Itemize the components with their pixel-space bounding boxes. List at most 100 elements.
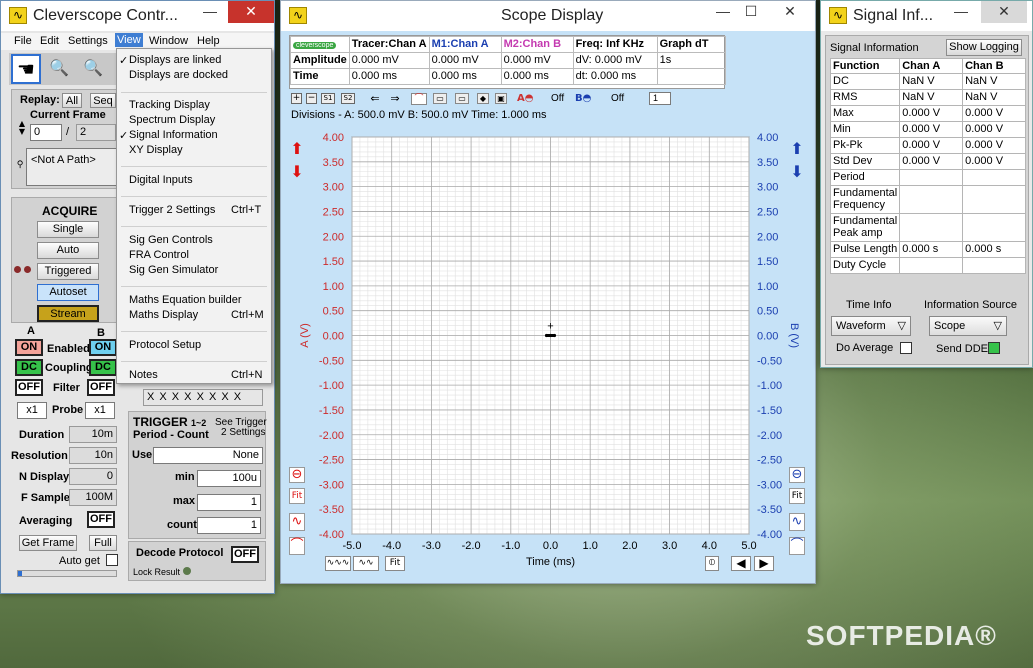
min-field[interactable]: 100u (197, 470, 261, 487)
stream-button[interactable]: Stream (37, 305, 99, 322)
resolution-field[interactable]: 10n (69, 447, 117, 464)
use-select[interactable]: None (153, 447, 263, 464)
channel-b-fit-button[interactable]: Fit (789, 488, 805, 504)
time-offset-icon[interactable]: ⦶ (705, 556, 719, 571)
channel-a-ramp-icon[interactable]: ⌒ (289, 537, 305, 555)
menu-item-maths-display[interactable]: Maths Display Ctrl+M (129, 309, 264, 321)
auto-button[interactable]: Auto (37, 242, 99, 259)
close-button[interactable]: ✕ (981, 1, 1027, 23)
file-path-field[interactable]: <Not A Path> (26, 148, 118, 186)
time-fit-button[interactable]: Fit (385, 556, 405, 571)
digital-trigger-pattern[interactable]: X X X X X X X X (143, 389, 263, 406)
channel-b-enable-toggle[interactable]: ON (89, 339, 117, 356)
channel-a-overlay-icon[interactable]: A◓ (517, 93, 533, 104)
menu-item-maths-equation-builder[interactable]: Maths Equation builder (129, 294, 242, 306)
max-field[interactable]: 1 (197, 494, 261, 511)
menu-item-fra-control[interactable]: FRA Control (129, 249, 189, 261)
do-average-checkbox[interactable] (900, 342, 912, 354)
channel-b-filter-toggle[interactable]: OFF (87, 379, 115, 396)
s2-button[interactable]: S2 (341, 93, 355, 104)
close-button[interactable]: ✕ (228, 1, 274, 23)
source-select[interactable]: Scope ▽ (929, 316, 1007, 336)
cursor-icon[interactable]: ⌒ (411, 93, 427, 105)
menu-file[interactable]: File (14, 35, 32, 47)
minimize-button[interactable]: — (947, 1, 975, 23)
time-compress-icon[interactable]: ∿∿∿ (325, 556, 351, 571)
channel-a-probe-select[interactable]: x1 (17, 402, 47, 419)
single-button[interactable]: Single (37, 221, 99, 238)
autoset-button[interactable]: Autoset (37, 284, 99, 301)
channel-a-scale-up-icon[interactable]: ⬆ (289, 141, 305, 159)
scroll-left-icon[interactable]: ◀ (731, 556, 751, 571)
minimize-button[interactable]: — (709, 1, 737, 23)
menu-help[interactable]: Help (197, 35, 220, 47)
tool-icon[interactable]: ▣ (495, 93, 507, 104)
menu-edit[interactable]: Edit (40, 35, 59, 47)
scroll-right-icon[interactable]: ▶ (754, 556, 774, 571)
frame-spinner-icon[interactable]: ▲ ▼ (17, 120, 27, 136)
channel-a-scale-down-icon[interactable]: ⬇ (289, 164, 305, 182)
channel-b-overlay-icon[interactable]: B◓ (575, 93, 591, 104)
triggered-button[interactable]: Triggered (37, 263, 99, 280)
hand-tool-icon[interactable]: ☚ (11, 54, 41, 84)
send-dde-checkbox[interactable] (988, 342, 1000, 354)
count-field[interactable]: 1 (197, 517, 261, 534)
collapse-icon[interactable]: − (306, 93, 317, 104)
menu-item-protocol-setup[interactable]: Protocol Setup (129, 339, 201, 351)
channel-a-enable-toggle[interactable]: ON (15, 339, 43, 356)
minimize-button[interactable]: — (196, 1, 224, 23)
menu-item-trigger-2-settings[interactable]: Trigger 2 Settings Ctrl+T (129, 204, 261, 216)
zoom-in-icon[interactable]: 🔍 (47, 57, 71, 81)
channel-b-ramp-icon[interactable]: ⌒ (789, 537, 805, 555)
expand-icon[interactable]: + (291, 93, 302, 104)
menu-item-displays-linked[interactable]: ✓ Displays are linked (119, 54, 221, 67)
channel-a-filter-toggle[interactable]: OFF (15, 379, 43, 396)
decode-protocol-toggle[interactable]: OFF (231, 546, 259, 563)
scope-titlebar[interactable]: ∿ Scope Display — ☐ ✕ (281, 1, 815, 31)
menu-item-sig-gen-simulator[interactable]: Sig Gen Simulator (129, 264, 218, 276)
arrow-right-icon[interactable]: ⇒ (387, 93, 403, 104)
channel-b-scale-up-icon[interactable]: ⬆ (789, 141, 805, 159)
channel-b-offset-icon[interactable]: ⊖ (789, 467, 805, 483)
menu-item-notes[interactable]: Notes Ctrl+N (129, 369, 262, 381)
tool-icon[interactable]: ▭ (455, 93, 469, 104)
duration-field[interactable]: 10m (69, 426, 117, 443)
menu-window[interactable]: Window (149, 35, 188, 47)
n-display-field[interactable]: 0 (69, 468, 117, 485)
channel-a-fit-button[interactable]: Fit (289, 488, 305, 504)
time-expand-icon[interactable]: ∿∿ (353, 556, 379, 571)
menu-item-xy-display[interactable]: XY Display (129, 144, 183, 156)
menu-view[interactable]: View (115, 33, 143, 47)
replay-all-button[interactable]: All (62, 93, 82, 108)
close-button[interactable]: ✕ (767, 1, 813, 23)
waveform-select[interactable]: Waveform ▽ (831, 316, 911, 336)
channel-a-wave-icon[interactable]: ∿ (289, 513, 305, 531)
s1-button[interactable]: S1 (321, 93, 335, 104)
full-button[interactable]: Full (89, 535, 117, 551)
channel-a-coupling-toggle[interactable]: DC (15, 359, 43, 376)
f-sample-field[interactable]: 100M (69, 489, 117, 506)
current-frame-input[interactable]: 0 (30, 124, 62, 141)
tool-icon[interactable]: ▭ (433, 93, 447, 104)
zoom-out-icon[interactable]: 🔍 (81, 57, 105, 81)
channel-b-probe-select[interactable]: x1 (85, 402, 115, 419)
menu-item-tracking-display[interactable]: Tracking Display (129, 99, 210, 111)
tool-icon[interactable]: ◆ (477, 93, 489, 104)
display-spin[interactable]: 1 (649, 92, 671, 105)
channel-a-offset-icon[interactable]: ⊖ (289, 467, 305, 483)
replay-seq-button[interactable]: Seq (90, 93, 116, 108)
menu-item-sig-gen-controls[interactable]: Sig Gen Controls (129, 234, 213, 246)
averaging-toggle[interactable]: OFF (87, 511, 115, 528)
menu-item-displays-docked[interactable]: Displays are docked (129, 69, 228, 81)
menu-settings[interactable]: Settings (68, 35, 108, 47)
channel-b-coupling-toggle[interactable]: DC (89, 359, 117, 376)
maximize-button[interactable]: ☐ (737, 1, 765, 23)
channel-b-scale-down-icon[interactable]: ⬇ (789, 164, 805, 182)
channel-b-wave-icon[interactable]: ∿ (789, 513, 805, 531)
show-logging-button[interactable]: Show Logging (946, 39, 1022, 56)
menu-item-digital-inputs[interactable]: Digital Inputs (129, 174, 193, 186)
get-frame-button[interactable]: Get Frame (19, 535, 77, 551)
control-titlebar[interactable]: ∿ Cleverscope Contr... — ✕ (1, 1, 274, 31)
menu-item-spectrum-display[interactable]: Spectrum Display (129, 114, 215, 126)
auto-get-checkbox[interactable] (106, 554, 118, 566)
